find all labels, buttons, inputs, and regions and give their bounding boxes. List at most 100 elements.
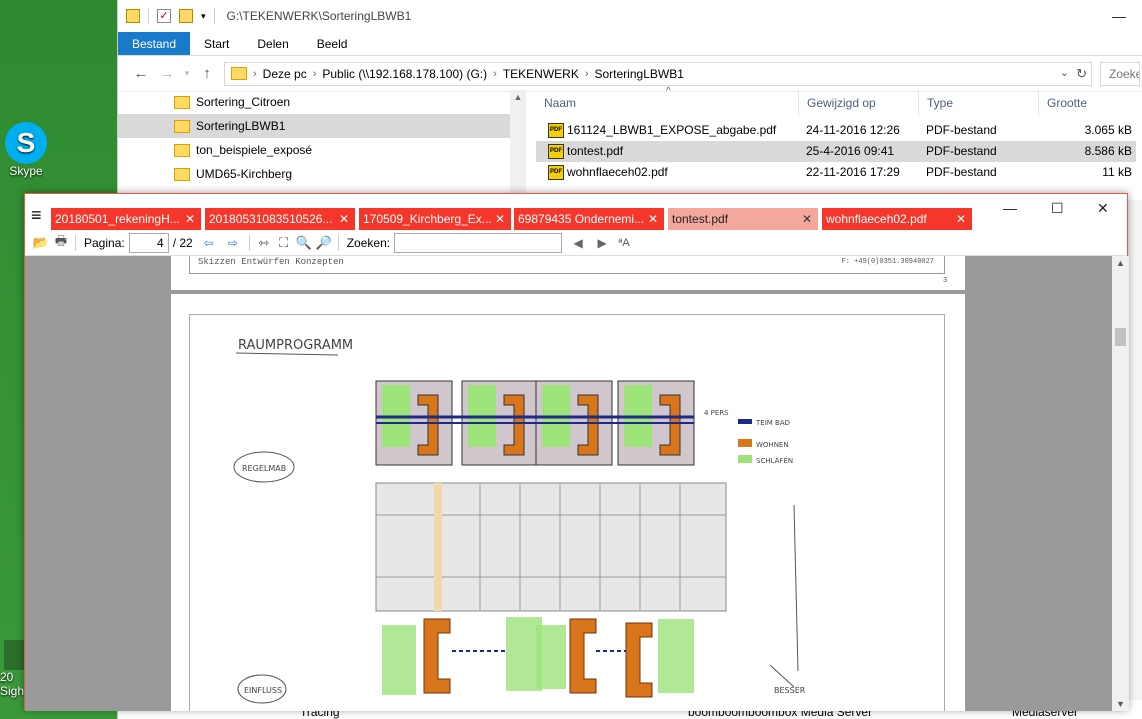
ribbon-tab-bestand[interactable]: Bestand — [118, 32, 191, 55]
chevron-right-icon[interactable]: › — [585, 68, 589, 80]
up-arrow-icon[interactable]: ↑ — [194, 65, 220, 82]
unit-plans — [375, 380, 695, 466]
ribbon-tab-start[interactable]: Start — [190, 32, 243, 55]
nav-item-folder[interactable]: Sortering_Citroen — [118, 90, 526, 114]
separator — [213, 8, 215, 24]
minimize-button[interactable]: — — [1096, 0, 1142, 32]
file-modified: 24-11-2016 12:26 — [806, 123, 900, 137]
file-row[interactable]: PDF 161124_LBWB1_EXPOSE_abgabe.pdf 24-11… — [536, 120, 1136, 141]
breadcrumb-tekenwerk[interactable]: TEKENWERK — [503, 67, 579, 81]
folder-icon — [174, 143, 190, 157]
column-header-size[interactable]: Grootte — [1038, 90, 1087, 116]
nav-item-label: SorteringLBWB1 — [196, 119, 286, 133]
nav-item-folder[interactable]: UMD65-Kirchberg — [118, 162, 526, 186]
file-row[interactable]: PDF wohnflaeceh02.pdf 22-11-2016 17:29 P… — [536, 162, 1136, 183]
new-folder-icon[interactable] — [179, 9, 193, 23]
legend-swatch-wohnen — [738, 439, 752, 447]
forward-arrow-icon[interactable]: → — [154, 65, 180, 82]
find-next-icon[interactable]: ▶ — [590, 236, 614, 250]
tab-label: 69879435 Ondernemi... — [518, 212, 645, 226]
column-header-name[interactable]: Naam — [536, 90, 576, 116]
minimize-button[interactable]: — — [1003, 200, 1017, 216]
document-viewer[interactable]: Skizzen Entwürfen Konzepten F: +49(0)035… — [25, 256, 1112, 711]
match-case-icon[interactable]: ªA — [614, 237, 634, 249]
refresh-icon[interactable]: ↻ — [1076, 66, 1087, 82]
open-file-icon[interactable]: 📂 — [31, 235, 51, 251]
recent-dropdown-icon[interactable]: ▾ — [180, 68, 194, 79]
close-icon[interactable]: ✕ — [339, 208, 349, 230]
tab-wohnflaeche[interactable]: wohnflaeceh02.pdf ✕ — [822, 208, 972, 230]
close-icon[interactable]: ✕ — [495, 208, 505, 230]
tab-ondernemi[interactable]: 69879435 Ondernemi... ✕ — [514, 208, 664, 230]
separator — [248, 234, 250, 251]
properties-icon[interactable]: ✓ — [157, 9, 171, 23]
tab-tontest[interactable]: tontest.pdf ✕ — [668, 208, 818, 230]
side-note: 4 PERS — [704, 409, 729, 417]
chevron-right-icon[interactable]: › — [313, 68, 317, 80]
bottom-note: BESSER — [774, 686, 806, 695]
scroll-up-icon[interactable]: ▲ — [510, 92, 526, 102]
chevron-right-icon[interactable]: › — [253, 68, 257, 80]
file-name: tontest.pdf — [567, 144, 624, 158]
ribbon-tab-beeld[interactable]: Beeld — [303, 32, 362, 55]
tab-kirchberg[interactable]: 170509_Kirchberg_Ex... ✕ — [359, 208, 511, 230]
file-modified: 25-4-2016 09:41 — [806, 144, 895, 158]
chevron-right-icon[interactable]: › — [493, 68, 497, 80]
nav-item-folder[interactable]: ton_beispiele_exposé — [118, 138, 526, 162]
address-bar[interactable]: › Deze pc › Public (\\192.168.178.100) (… — [224, 61, 1092, 86]
chevron-down-icon[interactable]: ⌄ — [1060, 66, 1069, 79]
file-row[interactable]: PDF tontest.pdf 25-4-2016 09:41 PDF-best… — [536, 141, 1136, 162]
nav-item-folder[interactable]: SorteringLBWB1 — [118, 114, 526, 138]
scrollbar-thumb[interactable] — [1115, 328, 1126, 346]
fit-page-icon[interactable]: ⛶ — [274, 235, 294, 251]
influence-sketch — [382, 617, 694, 698]
zoom-out-icon[interactable]: 🔍 — [294, 235, 314, 251]
close-icon[interactable]: ✕ — [956, 208, 966, 230]
close-icon[interactable]: ✕ — [648, 208, 658, 230]
breadcrumb-deze-pc[interactable]: Deze pc — [263, 67, 307, 81]
menu-icon[interactable]: ≡ — [31, 206, 42, 224]
breadcrumb-sortering[interactable]: SorteringLBWB1 — [595, 67, 684, 81]
tab-rekening[interactable]: 20180501_rekeningH... ✕ — [51, 208, 201, 230]
column-header-type[interactable]: Type — [918, 90, 953, 116]
maximize-button[interactable]: ☐ — [1051, 200, 1064, 217]
page-number-input[interactable]: 4 — [128, 232, 169, 253]
file-name: 161124_LBWB1_EXPOSE_abgabe.pdf — [567, 123, 777, 137]
quick-access-dropdown-icon[interactable]: ▾ — [201, 11, 206, 22]
find-input[interactable] — [394, 232, 563, 253]
file-size: 8.586 kB — [1084, 144, 1132, 158]
file-size: 3.065 kB — [1084, 123, 1132, 137]
back-arrow-icon[interactable]: ← — [128, 65, 154, 82]
find-previous-icon[interactable]: ◀ — [566, 236, 590, 250]
print-icon[interactable]: 🖶 — [51, 232, 71, 254]
page-label: Pagina: — [84, 235, 125, 250]
annotation-line — [793, 504, 799, 672]
navigation-scrollbar[interactable]: ▲ — [510, 90, 526, 200]
legend-swatch-bad — [738, 419, 752, 424]
tab-label: wohnflaeceh02.pdf — [826, 212, 927, 226]
scroll-up-icon[interactable]: ▲ — [1112, 258, 1129, 268]
close-icon[interactable]: ✕ — [802, 208, 812, 230]
skype-icon: S — [5, 122, 47, 164]
zoom-in-icon[interactable]: 🔎 — [314, 235, 334, 251]
close-icon[interactable]: ✕ — [185, 208, 195, 230]
separator — [337, 234, 339, 251]
close-button[interactable]: ✕ — [1097, 200, 1109, 217]
skype-desktop-icon[interactable]: S Skype — [0, 122, 52, 178]
document-scrollbar[interactable]: ▲ ▼ — [1112, 256, 1129, 711]
tab-scan[interactable]: 20180531083510526... ✕ — [205, 208, 355, 230]
search-input[interactable]: Zoeke — [1100, 61, 1140, 86]
folder-icon — [231, 67, 247, 80]
column-header-modified[interactable]: Gewijzigd op — [798, 90, 876, 116]
nav-item-label: ton_beispiele_exposé — [196, 143, 313, 157]
ribbon-tab-delen[interactable]: Delen — [243, 32, 302, 55]
breadcrumb-public[interactable]: Public (\\192.168.178.100) (G:) — [322, 67, 487, 81]
scroll-down-icon[interactable]: ▼ — [1112, 699, 1129, 709]
pdf-toolbar: 📂 🖶 Pagina: 4 / 22 ⇦ ⇨ ⇿ ⛶ 🔍 🔎 Zoeken: ◀… — [25, 230, 1127, 256]
next-page-icon[interactable]: ⇨ — [221, 236, 245, 250]
previous-page-icon[interactable]: ⇦ — [197, 236, 221, 250]
fit-width-icon[interactable]: ⇿ — [254, 235, 274, 251]
pdf-file-icon: PDF — [548, 144, 564, 159]
tab-bar: ≡ 20180501_rekeningH... ✕ 20180531083510… — [25, 194, 1127, 230]
legend-label-schlafen: SCHLAFEN — [756, 457, 793, 465]
